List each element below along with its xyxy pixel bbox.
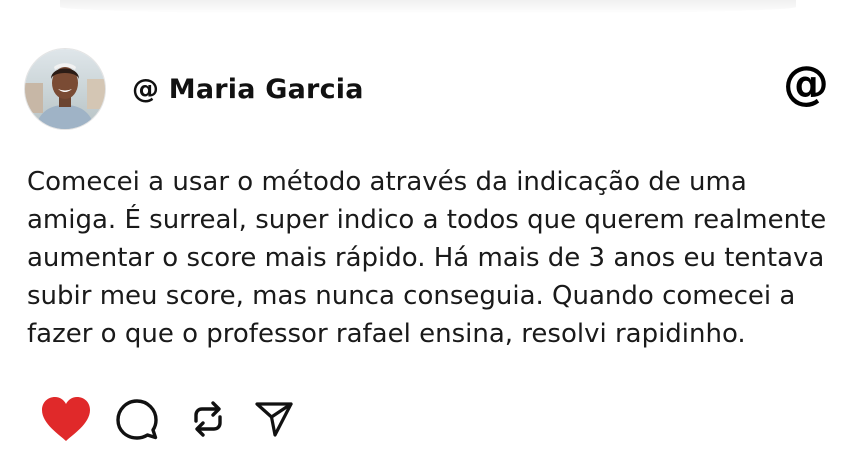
at-sign-icon: @ — [783, 56, 829, 110]
top-shadow — [60, 0, 796, 14]
post-header: @ Maria Garcia @ — [25, 48, 831, 130]
avatar-photo — [25, 49, 105, 129]
repost-button[interactable] — [188, 399, 228, 439]
action-bar — [40, 394, 294, 444]
comment-bubble-icon — [116, 399, 158, 440]
username[interactable]: @ Maria Garcia — [132, 74, 364, 105]
post-card: @ Maria Garcia @ Comecei a usar o método… — [0, 0, 856, 468]
post-text: Comecei a usar o método através da indic… — [27, 167, 827, 349]
send-icon — [255, 402, 293, 437]
comment-button[interactable] — [116, 398, 158, 440]
avatar[interactable] — [25, 49, 105, 129]
like-button[interactable] — [40, 395, 92, 443]
share-button[interactable] — [254, 399, 294, 439]
repost-icon — [194, 401, 222, 437]
heart-icon — [42, 397, 90, 441]
